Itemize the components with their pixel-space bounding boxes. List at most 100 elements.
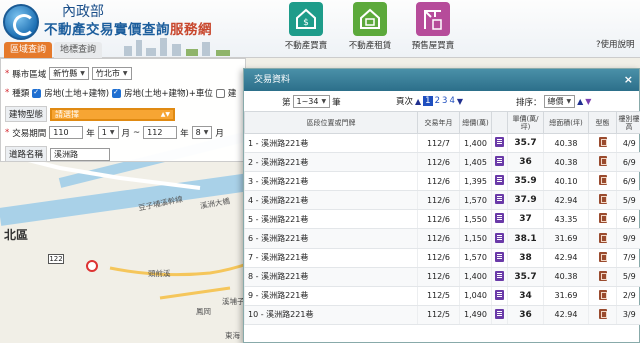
from-year-input[interactable]: 110 bbox=[49, 126, 84, 139]
row-area: 40.38 bbox=[543, 267, 589, 287]
row-floor: 3/9 bbox=[616, 305, 640, 325]
col-unit-price[interactable]: 單價(萬/坪) bbox=[507, 111, 544, 134]
detail-icon[interactable] bbox=[491, 209, 508, 230]
table-row[interactable]: 3 - 溪洲路221巷 112/6 1,395 35.9 40.10 6/9 bbox=[244, 171, 640, 192]
col-area[interactable]: 總面積(坪) bbox=[543, 111, 589, 134]
nav-real-estate-sale[interactable]: $ 不動產買賣 bbox=[271, 2, 341, 51]
county-select[interactable]: 新竹縣 ▼ bbox=[49, 67, 89, 80]
page-1[interactable]: 1 bbox=[423, 96, 433, 106]
row-total-price: 1,570 bbox=[459, 190, 492, 211]
sort-ascending-icon[interactable]: ▲ bbox=[577, 97, 583, 106]
pagination: 頁次 ▲ 1 2 3 4 ▼ bbox=[396, 96, 464, 107]
row-address: 3 - 溪洲路221巷 bbox=[244, 171, 418, 192]
moi-logo-icon bbox=[3, 4, 39, 40]
row-area: 31.69 bbox=[543, 286, 589, 306]
building-type-icon[interactable] bbox=[588, 286, 617, 306]
col-total-price[interactable]: 總價(萬) bbox=[459, 111, 492, 134]
row-total-price: 1,395 bbox=[459, 171, 492, 192]
from-month-select[interactable]: 1 ▼ bbox=[97, 126, 119, 139]
help-link[interactable]: ?使用說明 bbox=[596, 38, 635, 50]
row-unit-price: 38.1 bbox=[507, 228, 544, 249]
row-date: 112/6 bbox=[417, 190, 460, 211]
row-unit-price: 34 bbox=[507, 286, 544, 306]
row-floor: 6/9 bbox=[616, 152, 640, 173]
road-name-input[interactable]: 溪洲路 bbox=[50, 147, 111, 161]
building-type-icon[interactable] bbox=[588, 228, 617, 249]
detail-icon[interactable] bbox=[491, 152, 508, 173]
page-4[interactable]: 4 bbox=[449, 96, 454, 106]
row-date: 112/6 bbox=[417, 248, 460, 268]
building-type-icon[interactable] bbox=[588, 133, 617, 154]
building-type-icon[interactable] bbox=[588, 190, 617, 211]
row-floor: 5/9 bbox=[616, 267, 640, 287]
table-header: 區段位置或門牌 交易年月 總價(萬) 單價(萬/坪) 總面積(坪) 型態 樓別樓… bbox=[244, 111, 640, 134]
row-address: 5 - 溪洲路221巷 bbox=[244, 209, 418, 230]
row-unit-price: 36 bbox=[507, 305, 544, 325]
detail-icon[interactable] bbox=[491, 228, 508, 249]
first-page-icon[interactable]: ▲ bbox=[415, 97, 421, 106]
building-type-icon[interactable] bbox=[588, 305, 617, 325]
table-row[interactable]: 6 - 溪洲路221巷 112/6 1,150 38.1 31.69 9/9 bbox=[244, 228, 640, 249]
row-unit-price: 37.9 bbox=[507, 190, 544, 211]
building-type-icon[interactable] bbox=[588, 267, 617, 287]
town-select[interactable]: 竹北市 ▼ bbox=[91, 67, 132, 80]
next-page-icon[interactable]: ▼ bbox=[457, 97, 463, 106]
page-2[interactable]: 2 bbox=[435, 96, 440, 106]
row-floor: 6/9 bbox=[616, 209, 640, 230]
tab-region-search[interactable]: 區域查詢 bbox=[4, 42, 53, 58]
nav-real-estate-rent[interactable]: 不動產租賃 bbox=[335, 2, 405, 51]
detail-icon[interactable] bbox=[491, 248, 508, 268]
building-type-icon[interactable] bbox=[588, 209, 617, 230]
sort-select[interactable]: 總價 ▼ bbox=[543, 95, 576, 108]
table-row[interactable]: 10 - 溪洲路221巷 112/5 1,490 36 42.94 3/9 bbox=[244, 305, 640, 325]
place-label: 東海 bbox=[225, 331, 240, 340]
building-type-icon[interactable] bbox=[588, 248, 617, 268]
detail-icon[interactable] bbox=[491, 267, 508, 287]
table-row[interactable]: 4 - 溪洲路221巷 112/6 1,570 37.9 42.94 5/9 bbox=[244, 190, 640, 211]
page-3[interactable]: 3 bbox=[442, 96, 447, 106]
table-row[interactable]: 7 - 溪洲路221巷 112/6 1,570 38 42.94 7/9 bbox=[244, 248, 640, 268]
to-year-input[interactable]: 112 bbox=[143, 126, 178, 139]
road-row: 道路名稱 溪洲路 bbox=[5, 146, 111, 162]
row-area: 42.94 bbox=[543, 248, 589, 268]
type-checkbox-2[interactable] bbox=[112, 88, 122, 98]
detail-icon[interactable] bbox=[491, 286, 508, 306]
row-area: 40.38 bbox=[543, 152, 589, 173]
table-row[interactable]: 9 - 溪洲路221巷 112/5 1,040 34 31.69 2/9 bbox=[244, 286, 640, 306]
row-unit-price: 35.7 bbox=[507, 267, 544, 287]
building-type-icon[interactable] bbox=[588, 152, 617, 173]
type-checkbox-3[interactable] bbox=[215, 88, 225, 98]
row-address: 6 - 溪洲路221巷 bbox=[244, 228, 418, 249]
row-date: 112/6 bbox=[417, 171, 460, 192]
detail-icon[interactable] bbox=[491, 133, 508, 154]
tab-landmark-search[interactable]: 地標查詢 bbox=[54, 42, 103, 58]
close-icon[interactable]: × bbox=[624, 69, 633, 91]
table-row[interactable]: 5 - 溪洲路221巷 112/6 1,550 37 43.35 6/9 bbox=[244, 209, 640, 230]
transaction-table: 區段位置或門牌 交易年月 總價(萬) 單價(萬/坪) 總面積(坪) 型態 樓別樓… bbox=[244, 111, 640, 325]
building-type-icon[interactable] bbox=[588, 171, 617, 192]
row-total-price: 1,490 bbox=[459, 305, 492, 325]
detail-icon[interactable] bbox=[491, 305, 508, 325]
to-month-select[interactable]: 8 ▼ bbox=[191, 126, 213, 139]
detail-icon[interactable] bbox=[491, 190, 508, 211]
table-row[interactable]: 2 - 溪洲路221巷 112/6 1,405 36 40.38 6/9 bbox=[244, 152, 640, 173]
table-row[interactable]: 1 - 溪洲路221巷 112/7 1,400 35.7 40.38 4/9 bbox=[244, 133, 640, 154]
building-type-select[interactable]: 請選擇 ▲▼ bbox=[50, 107, 176, 121]
col-address[interactable]: 區段位置或門牌 bbox=[244, 111, 418, 134]
col-date[interactable]: 交易年月 bbox=[417, 111, 460, 134]
row-date: 112/6 bbox=[417, 228, 460, 249]
row-floor: 9/9 bbox=[616, 228, 640, 249]
row-floor: 7/9 bbox=[616, 248, 640, 268]
range-select[interactable]: 1~34 ▼ bbox=[292, 95, 331, 108]
row-total-price: 1,570 bbox=[459, 248, 492, 268]
site-header: 內政部 不動產交易實價查詢服務網 區域查詢 地標查詢 $ 不動產買賣 不動產租賃… bbox=[0, 0, 640, 58]
row-date: 112/5 bbox=[417, 305, 460, 325]
map-district-label: 北區 bbox=[4, 228, 29, 242]
row-total-price: 1,150 bbox=[459, 228, 492, 249]
detail-icon[interactable] bbox=[491, 171, 508, 192]
site-title[interactable]: 不動產交易實價查詢服務網 bbox=[44, 18, 212, 38]
table-row[interactable]: 8 - 溪洲路221巷 112/6 1,400 35.7 40.38 5/9 bbox=[244, 267, 640, 287]
type-checkbox-1[interactable] bbox=[32, 88, 42, 98]
nav-presale-sale[interactable]: 預售屋買賣 bbox=[398, 2, 468, 51]
sort-descending-icon[interactable]: ▼ bbox=[585, 97, 591, 106]
